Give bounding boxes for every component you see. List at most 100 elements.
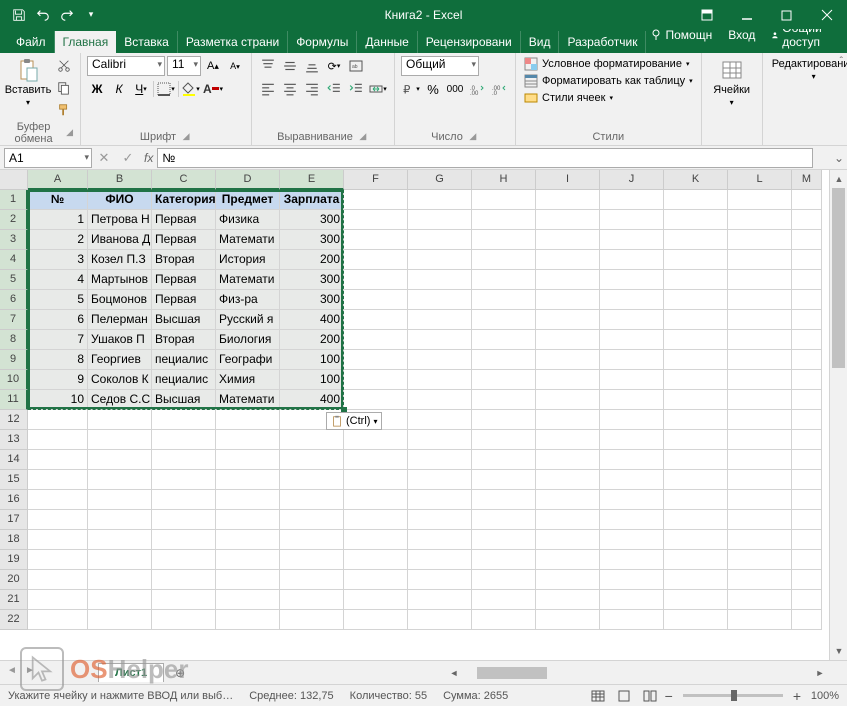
cell[interactable] (344, 590, 408, 610)
cell[interactable] (280, 490, 344, 510)
cell[interactable] (536, 310, 600, 330)
column-header[interactable]: D (216, 170, 280, 190)
cell[interactable] (216, 510, 280, 530)
cell[interactable] (28, 450, 88, 470)
cell[interactable] (28, 530, 88, 550)
zoom-slider[interactable] (683, 694, 783, 697)
cell[interactable] (408, 490, 472, 510)
name-box[interactable]: A1 (4, 148, 92, 168)
merge-icon[interactable]: ▾ (368, 79, 388, 99)
cell[interactable] (792, 350, 822, 370)
minimize-icon[interactable] (727, 0, 767, 29)
cell[interactable] (664, 570, 728, 590)
cell[interactable] (536, 570, 600, 590)
cell[interactable] (664, 230, 728, 250)
cell[interactable] (792, 190, 822, 210)
cell[interactable] (216, 610, 280, 630)
cell[interactable]: 300 (280, 230, 344, 250)
cell[interactable]: Математи (216, 390, 280, 410)
cell[interactable] (408, 210, 472, 230)
column-header[interactable]: A (28, 170, 88, 190)
cell[interactable] (472, 550, 536, 570)
cell[interactable]: История (216, 250, 280, 270)
cell[interactable] (28, 490, 88, 510)
cell[interactable] (408, 470, 472, 490)
column-header[interactable]: L (728, 170, 792, 190)
clipboard-launcher-icon[interactable]: ◢ (65, 127, 74, 139)
cell[interactable] (344, 530, 408, 550)
cell[interactable] (408, 430, 472, 450)
cell[interactable]: Соколов К (88, 370, 152, 390)
font-color-icon[interactable]: А▾ (203, 79, 223, 99)
cell[interactable] (216, 570, 280, 590)
cell[interactable] (472, 330, 536, 350)
cell[interactable] (536, 530, 600, 550)
cell[interactable] (536, 190, 600, 210)
cell[interactable] (728, 290, 792, 310)
row-header[interactable]: 2 (0, 210, 28, 230)
cell[interactable] (536, 590, 600, 610)
decrease-indent-icon[interactable] (324, 79, 344, 99)
cell[interactable]: Высшая (152, 390, 216, 410)
row-header[interactable]: 17 (0, 510, 28, 530)
cell[interactable] (536, 510, 600, 530)
column-header[interactable]: J (600, 170, 664, 190)
cell[interactable] (536, 410, 600, 430)
cell[interactable] (28, 550, 88, 570)
cell[interactable]: пециалис (152, 370, 216, 390)
row-header[interactable]: 15 (0, 470, 28, 490)
cell[interactable]: 300 (280, 290, 344, 310)
row-header[interactable]: 4 (0, 250, 28, 270)
format-table-button[interactable]: Форматировать как таблицу▾ (522, 73, 695, 89)
cell[interactable] (28, 410, 88, 430)
cell[interactable]: 5 (28, 290, 88, 310)
cell[interactable] (728, 410, 792, 430)
cell[interactable] (280, 430, 344, 450)
cell[interactable] (792, 310, 822, 330)
select-all-button[interactable] (0, 170, 28, 190)
cell[interactable] (88, 410, 152, 430)
cell[interactable] (216, 590, 280, 610)
normal-view-icon[interactable] (587, 687, 609, 705)
column-header[interactable]: I (536, 170, 600, 190)
cell[interactable] (88, 470, 152, 490)
increase-font-icon[interactable]: A▴ (203, 56, 223, 76)
cell[interactable] (664, 330, 728, 350)
cell[interactable] (664, 210, 728, 230)
cell[interactable] (472, 190, 536, 210)
cell[interactable] (728, 610, 792, 630)
cell[interactable]: Химия (216, 370, 280, 390)
cell[interactable] (792, 390, 822, 410)
cell[interactable] (280, 610, 344, 630)
cut-icon[interactable] (54, 56, 74, 76)
cell[interactable] (600, 430, 664, 450)
row-header[interactable]: 3 (0, 230, 28, 250)
row-header[interactable]: 5 (0, 270, 28, 290)
cell[interactable]: Биология (216, 330, 280, 350)
cell[interactable]: Петрова Н (88, 210, 152, 230)
cell[interactable] (600, 290, 664, 310)
cell[interactable]: 3 (28, 250, 88, 270)
cell[interactable]: Математи (216, 270, 280, 290)
cell[interactable] (344, 450, 408, 470)
cell[interactable] (536, 550, 600, 570)
cell[interactable]: Математи (216, 230, 280, 250)
row-header[interactable]: 22 (0, 610, 28, 630)
row-header[interactable]: 16 (0, 490, 28, 510)
cell[interactable]: Иванова Д (88, 230, 152, 250)
cell[interactable] (344, 210, 408, 230)
row-header[interactable]: 18 (0, 530, 28, 550)
cell[interactable] (600, 530, 664, 550)
cell[interactable]: Ушаков П (88, 330, 152, 350)
cell[interactable] (344, 470, 408, 490)
cell[interactable] (408, 230, 472, 250)
cell[interactable] (728, 230, 792, 250)
cell[interactable] (344, 510, 408, 530)
cell[interactable] (152, 410, 216, 430)
cell[interactable] (536, 430, 600, 450)
cell[interactable] (536, 350, 600, 370)
cell[interactable] (600, 230, 664, 250)
cell[interactable] (728, 270, 792, 290)
wrap-text-icon[interactable]: ab (346, 56, 366, 76)
cell[interactable] (472, 410, 536, 430)
